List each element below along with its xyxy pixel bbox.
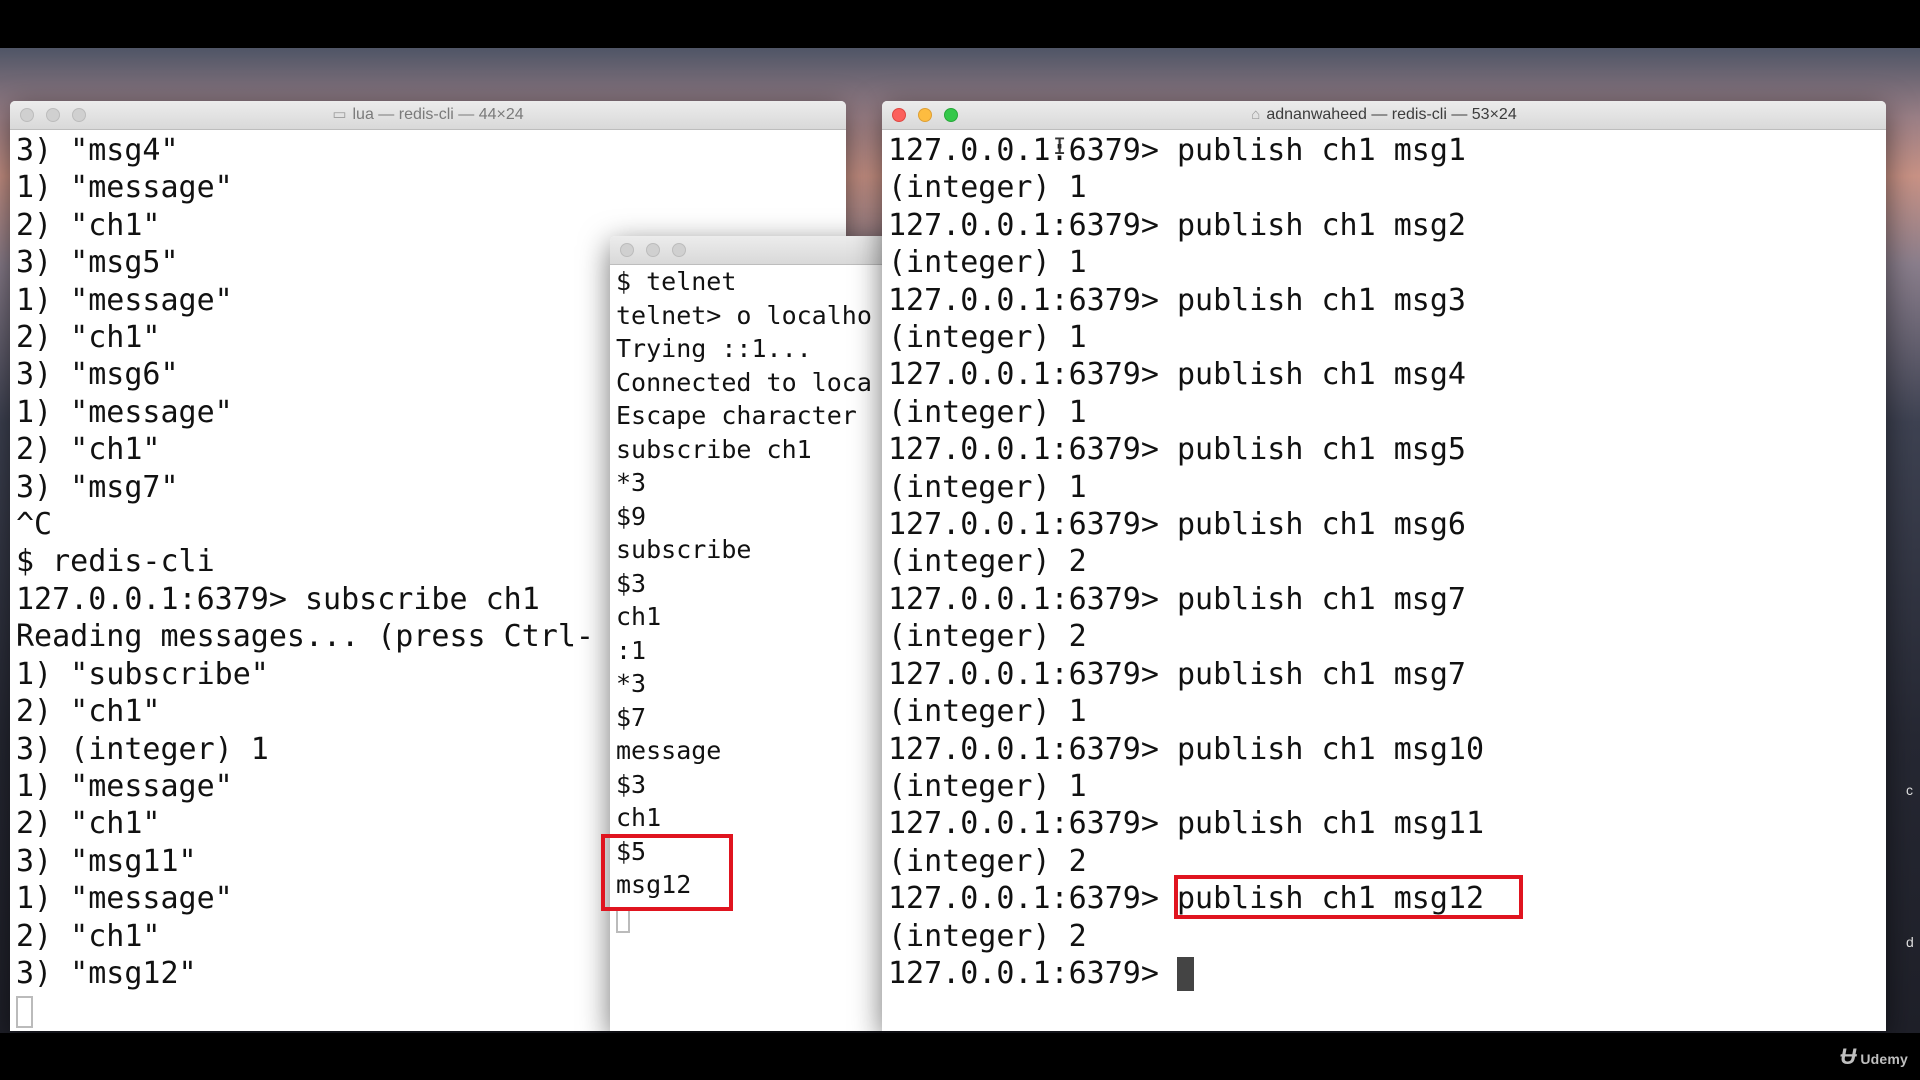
edge-fragment: d xyxy=(1906,934,1914,950)
text-cursor xyxy=(616,906,630,933)
home-icon: ⌂ xyxy=(1251,106,1261,123)
terminal-line: (integer) 2 xyxy=(888,544,1087,580)
terminal-line: msg12 xyxy=(616,870,692,899)
terminal-line: $3 xyxy=(616,568,647,598)
window-title-left: lua — redis-cli — 44×24 xyxy=(352,106,524,123)
folder-icon: ▭ xyxy=(332,106,347,123)
terminal-line: 127.0.0.1:6379> publish ch1 msg3 xyxy=(888,282,1466,318)
titlebar-right[interactable]: ⌂ adnanwaheed — redis-cli — 53×24 xyxy=(882,101,1886,130)
zoom-button[interactable] xyxy=(672,243,686,257)
terminal-line: (integer) 1 xyxy=(888,394,1087,430)
terminal-line: 127.0.0.1:6379> publish ch1 msg11 xyxy=(888,806,1485,842)
terminal-line: Trying ::1... xyxy=(616,334,812,363)
terminal-line: 127.0.0.1:6379> publish ch1 msg5 xyxy=(888,432,1466,468)
udemy-logo-icon: Ʉ xyxy=(1840,1044,1857,1069)
terminal-line: (integer) 1 xyxy=(888,170,1087,206)
zoom-button[interactable] xyxy=(72,108,86,122)
terminal-line: 127.0.0.1:6379> publish ch1 msg6 xyxy=(888,507,1466,543)
terminal-line: 127.0.0.1:6379> xyxy=(888,955,1886,992)
terminal-line: $3 xyxy=(616,769,647,799)
close-button[interactable] xyxy=(620,243,634,257)
terminal-line: *3 xyxy=(616,669,647,698)
titlebar-left[interactable]: ▭ lua — redis-cli — 44×24 xyxy=(10,101,846,130)
terminal-line: $5 xyxy=(616,836,647,866)
window-controls-left xyxy=(20,108,86,122)
screen: ▭ lua — redis-cli — 44×24 3) "msg4" 1) "me… xyxy=(0,0,1920,1080)
close-button[interactable] xyxy=(20,108,34,122)
terminal-line: *3 xyxy=(616,468,647,497)
terminal-line: (integer) 2 xyxy=(888,843,1087,879)
terminal-line: telnet> o localho xyxy=(616,300,872,330)
terminal-line: (integer) 1 xyxy=(888,469,1087,505)
titlebar-middle[interactable] xyxy=(610,236,910,265)
text-cursor-icon: I xyxy=(1053,135,1067,160)
edge-fragment: c xyxy=(1906,782,1913,798)
zoom-button[interactable] xyxy=(944,108,958,122)
window-controls-right xyxy=(892,108,958,122)
terminal-line: 3) "msg4" xyxy=(16,133,179,168)
terminal-window-right[interactable]: ⌂ adnanwaheed — redis-cli — 53×24 127.0.0… xyxy=(882,101,1886,1031)
terminal-line: :1 xyxy=(616,635,647,665)
terminal-line: (integer) 1 xyxy=(888,245,1087,281)
text-cursor xyxy=(16,995,33,1028)
terminal-output-right[interactable]: 127.0.0.1:6379> publish ch1 msg1 (integer… xyxy=(882,130,1886,1031)
terminal-line: 127.0.0.1:6379> publish ch1 msg7 xyxy=(888,656,1466,692)
watermark-text: Udemy xyxy=(1860,1051,1908,1067)
window-controls-middle xyxy=(620,243,686,257)
close-button[interactable] xyxy=(892,108,906,122)
terminal-output-middle[interactable]: $ telnettelnet> o localhoTrying ::1...Co… xyxy=(610,265,910,1031)
terminal-line: ch1 xyxy=(616,602,662,631)
terminal-line: (integer) 2 xyxy=(888,918,1087,954)
terminal-line: 127.0.0.1:6379> publish ch1 msg4 xyxy=(888,357,1466,393)
terminal-line: 1) "message" xyxy=(16,170,233,206)
terminal-line: 127.0.0.1:6379> publish ch1 msg10 xyxy=(888,731,1485,767)
terminal-line: $ telnet xyxy=(616,267,737,296)
terminal-line: ch1 xyxy=(616,803,662,832)
terminal-line: Escape character xyxy=(616,401,857,430)
terminal-line: (integer) 1 xyxy=(888,320,1087,356)
terminal-line: 127.0.0.1:6379> publish ch1 msg7 xyxy=(888,581,1466,617)
window-title-right: adnanwaheed — redis-cli — 53×24 xyxy=(1266,106,1517,123)
terminal-line: $7 xyxy=(616,702,647,732)
minimize-button[interactable] xyxy=(918,108,932,122)
minimize-button[interactable] xyxy=(646,243,660,257)
terminal-line: 127.0.0.1:6379> publish ch1 msg12 xyxy=(888,881,1485,917)
text-cursor xyxy=(1176,957,1194,992)
terminal-line: (integer) 1 xyxy=(888,694,1087,730)
terminal-line: 127.0.0.1:6379> publish ch1 msg1 xyxy=(888,133,1466,168)
cursor-line xyxy=(616,902,910,936)
terminal-line: (integer) 1 xyxy=(888,768,1087,804)
terminal-window-middle[interactable]: $ telnettelnet> o localhoTrying ::1...Co… xyxy=(610,236,910,1031)
terminal-line: subscribe xyxy=(616,535,752,564)
minimize-button[interactable] xyxy=(46,108,60,122)
terminal-line: subscribe ch1 xyxy=(616,434,812,464)
terminal-line: $9 xyxy=(616,501,647,531)
terminal-line: (integer) 2 xyxy=(888,619,1087,655)
terminal-line: 127.0.0.1:6379> publish ch1 msg2 xyxy=(888,207,1466,243)
terminal-line: message xyxy=(616,736,722,765)
terminal-line: Connected to loca xyxy=(616,367,872,397)
udemy-watermark: Ʉ Udemy xyxy=(1840,1044,1908,1070)
